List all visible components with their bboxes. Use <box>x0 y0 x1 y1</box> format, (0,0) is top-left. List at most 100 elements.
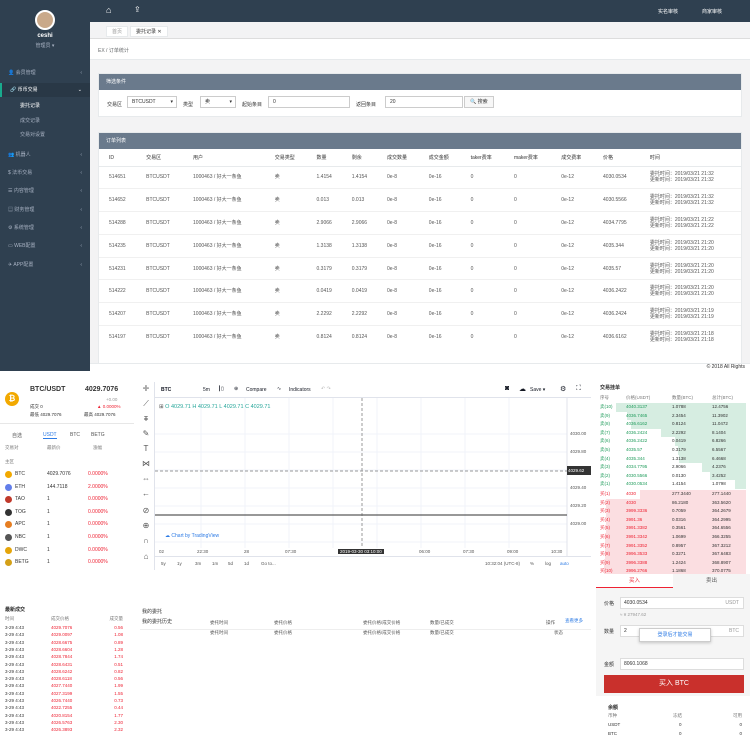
sidebar-item-content[interactable]: ☰ 内容管理 ‹ <box>0 184 90 198</box>
indicators-icon[interactable]: ∿ <box>277 386 281 392</box>
sidebar-item-app[interactable]: ✈ APP配置 ‹ <box>0 258 90 272</box>
pattern-icon[interactable]: ⋈ <box>140 459 152 468</box>
text-icon[interactable]: T <box>140 444 152 453</box>
book-row[interactable]: 卖(2) 4030.5566 0.0130 3.4252 <box>600 471 746 481</box>
settings-icon[interactable]: ⚙ <box>560 385 566 393</box>
auto-toggle[interactable]: auto <box>560 561 569 566</box>
book-row[interactable]: 卖(4) 4035.344 1.3138 6.4668 <box>600 454 746 464</box>
sidebar-sub-orders[interactable]: 委托记录 <box>20 102 40 109</box>
book-row[interactable]: 买(1) 4030 277.3440 277.1440 <box>600 490 746 499</box>
range-1y[interactable]: 1y <box>177 561 182 566</box>
market-row[interactable]: NBC 1 0.0000% <box>5 531 129 544</box>
type-select[interactable]: 卖 ▾ <box>200 96 236 108</box>
chart-symbol[interactable]: BTC <box>161 387 171 393</box>
range-1d[interactable]: 1d <box>244 561 249 566</box>
book-row[interactable]: 卖(5) 4035.57 0.3179 6.5567 <box>600 446 746 455</box>
zoom-icon[interactable]: ⊕ <box>140 521 152 530</box>
home-icon[interactable]: ⌂ <box>106 5 111 15</box>
arrow-left-icon[interactable]: ← <box>140 489 152 498</box>
book-row[interactable]: 买(8) 3996.3533 0.3271 367.6483 <box>600 550 746 559</box>
range-3m[interactable]: 3m <box>195 561 201 566</box>
goto-button[interactable]: Go to... <box>261 561 276 566</box>
fib-icon[interactable]: ⩨ <box>140 414 152 424</box>
fullscreen-icon[interactable]: ⛶ <box>576 385 581 393</box>
sell-tab[interactable]: 卖出 <box>673 574 750 588</box>
book-row[interactable]: 买(6) 3991.3342 1.0699 366.3255 <box>600 533 746 542</box>
book-row[interactable]: 卖(9) 4036.7465 2.3454 11.3902 <box>600 411 746 421</box>
buy-btc-button[interactable]: 买入 BTC <box>604 675 744 693</box>
market-row[interactable]: BETG 1 0.0000% <box>5 556 129 569</box>
tab-usdt[interactable]: USDT <box>43 432 57 439</box>
sidebar-item-members[interactable]: 👤 会员管理 ‹ <box>0 66 90 80</box>
buy-tab[interactable]: 买入 <box>596 574 673 588</box>
indicators-button[interactable]: Indicators <box>289 387 311 393</box>
book-row[interactable]: 买(2) 4030 86.2180 363.5620 <box>600 498 746 508</box>
crosshair-icon[interactable]: ✛ <box>140 384 152 393</box>
sidebar-item-exchange[interactable]: 🔗 币币交易 ⌄ <box>0 83 90 97</box>
book-row[interactable]: 卖(10) 4040.3137 1.0788 12.4756 <box>600 403 746 412</box>
avatar[interactable] <box>35 10 55 30</box>
percent-toggle[interactable]: % <box>530 561 534 566</box>
ruler-icon[interactable]: ⊘ <box>140 506 152 515</box>
camera-icon[interactable]: ◙ <box>505 385 509 392</box>
book-row[interactable]: 卖(8) 4036.6162 0.8124 11.0472 <box>600 420 746 429</box>
measure-icon[interactable]: ⇔ <box>140 474 152 483</box>
book-row[interactable]: 买(4) 3991.36 0.0316 364.2995 <box>600 515 746 525</box>
compare-icon[interactable]: ⊕ <box>234 386 238 392</box>
save-button[interactable]: Save ▾ <box>530 387 545 393</box>
market-row[interactable]: TAO 1 0.0000% <box>5 493 129 506</box>
sidebar-sub-trades[interactable]: 成交记录 <box>20 117 40 124</box>
lock-icon[interactable]: ⌂ <box>140 552 152 561</box>
book-row[interactable]: 买(5) 3991.3382 0.3561 364.6556 <box>600 524 746 533</box>
price-chart[interactable]: ⊞ O 4029.71 H 4029.71 L 4029.71 C 4029.7… <box>155 398 591 556</box>
upload-icon[interactable]: ⇪ <box>134 5 141 14</box>
market-select[interactable]: BTCUSDT ▾ <box>127 96 177 108</box>
market-row[interactable]: APC 1 0.0000% <box>5 518 129 531</box>
login-prompt[interactable]: 登录后才能交易 <box>639 628 711 642</box>
book-row[interactable]: 卖(1) 4030.0534 1.4154 1.0798 <box>600 480 746 489</box>
undo-icon[interactable]: ↶ ↷ <box>321 386 331 392</box>
sidebar-item-web[interactable]: ▭ WEB配置 ‹ <box>0 239 90 253</box>
range-5y[interactable]: 5y <box>161 561 166 566</box>
candle-type-icon[interactable]: ┃▯ <box>218 386 224 392</box>
cloud-icon[interactable]: ☁ <box>519 385 526 393</box>
price-input[interactable]: 4030.0534 USDT <box>620 597 744 609</box>
book-row[interactable]: 买(3) 3999.3336 0.7059 364.2679 <box>600 507 746 516</box>
magnet-icon[interactable]: ∩ <box>140 536 152 545</box>
tab-favorites[interactable]: 自选 <box>12 432 22 439</box>
trendline-icon[interactable]: ⟋ <box>140 399 152 409</box>
start-input[interactable]: 0 <box>268 96 350 108</box>
tab-orders[interactable]: 委托记录 ✕ <box>130 26 168 37</box>
market-row[interactable]: DWC 1 0.0000% <box>5 544 129 557</box>
book-row[interactable]: 买(7) 3991.3352 0.8957 367.3212 <box>600 541 746 551</box>
tab-home[interactable]: 首页 <box>106 26 129 37</box>
market-row[interactable]: ETH 144.7118 2.0000% <box>5 481 129 494</box>
merchant-link[interactable]: 商家审核 <box>702 8 722 15</box>
sidebar-item-system[interactable]: ⚙ 系统管理 ‹ <box>0 221 90 235</box>
interval-select[interactable]: 5m <box>203 387 210 393</box>
tab-btc[interactable]: BTC <box>70 432 80 438</box>
brush-icon[interactable]: ✎ <box>140 429 152 438</box>
count-input[interactable]: 20 <box>385 96 463 108</box>
book-row[interactable]: 卖(3) 4034.7795 2.9066 4.2376 <box>600 463 746 472</box>
sidebar-sub-pairs[interactable]: 交易对设置 <box>20 131 45 138</box>
search-button[interactable]: 🔍 搜索 <box>464 96 494 108</box>
book-row[interactable]: 买(9) 3996.3388 1.2424 368.8907 <box>600 558 746 568</box>
market-row[interactable]: BTC 4029.7076 0.0000% <box>5 468 129 481</box>
user-role[interactable]: 管理员 ▾ <box>0 42 90 49</box>
tab-betg[interactable]: BETG <box>91 432 105 438</box>
total-input[interactable]: 8060.1068 <box>620 658 744 670</box>
log-toggle[interactable]: log <box>545 561 551 566</box>
market-row[interactable]: TOG 1 0.0000% <box>5 506 129 519</box>
book-row[interactable]: 卖(7) 4036.2424 2.2292 8.1404 <box>600 428 746 438</box>
more-link[interactable]: 查看更多 <box>565 618 583 624</box>
sidebar-item-robot[interactable]: 👥 机器人 ‹ <box>0 148 90 162</box>
realname-link[interactable]: 实名审核 <box>658 8 678 15</box>
sidebar-item-fiat[interactable]: $ 法币交易 ‹ <box>0 166 90 180</box>
range-5d[interactable]: 5d <box>228 561 233 566</box>
range-1m[interactable]: 1m <box>212 561 218 566</box>
sidebar-item-finance[interactable]: ▤ 财务管理 ‹ <box>0 203 90 217</box>
book-row[interactable]: 卖(6) 4036.2422 0.0419 6.8266 <box>600 437 746 446</box>
compare-button[interactable]: Compare <box>246 387 267 393</box>
table-cell: 0e-12 <box>551 188 594 212</box>
